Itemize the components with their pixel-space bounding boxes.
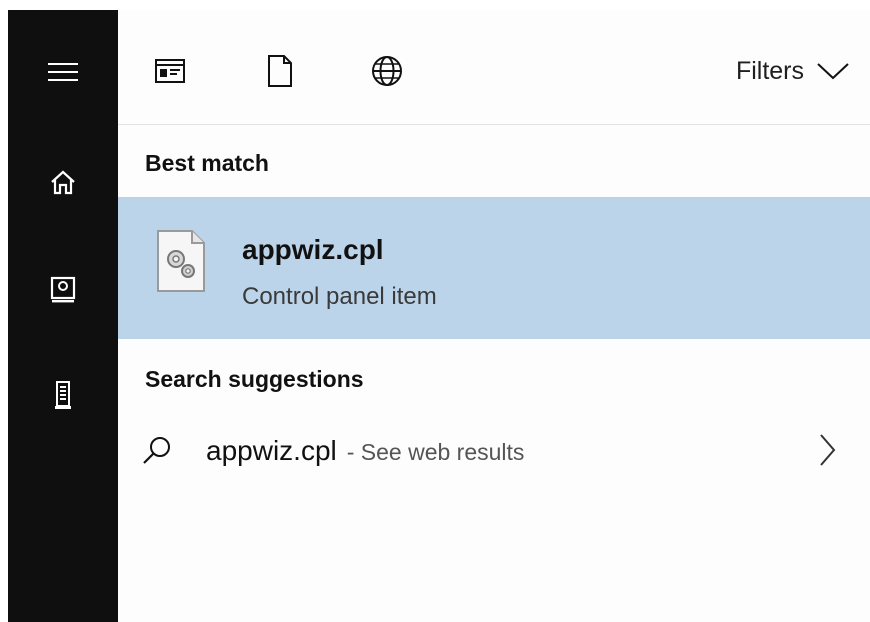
filters-label: Filters [735, 56, 804, 85]
chevron-right-icon [820, 434, 836, 466]
best-match-heading: Best match [145, 150, 269, 176]
web-suggestion-text: appwiz.cpl - See web results [206, 435, 524, 467]
filter-toolbar: Filters [118, 10, 870, 125]
sidebar [8, 10, 118, 622]
apps-icon [155, 59, 185, 83]
device-tower-icon [55, 381, 71, 409]
settings-file-icon [157, 230, 205, 292]
best-match-name: appwiz.cpl [242, 234, 384, 265]
device-button[interactable] [8, 365, 118, 425]
suggestion-hint: - See web results [346, 439, 525, 465]
hamburger-menu-icon [48, 63, 78, 81]
home-button[interactable] [8, 152, 118, 212]
notebook-button[interactable] [8, 260, 118, 320]
search-results-panel: Filters Best match appwiz.cpl Control pa… [118, 10, 870, 622]
filters-dropdown[interactable]: Filters [736, 54, 850, 88]
best-match-type: Control panel item [242, 283, 437, 310]
search-icon [143, 437, 170, 464]
web-suggestion-item[interactable]: appwiz.cpl - See web results [118, 415, 870, 485]
tab-documents[interactable] [259, 50, 301, 92]
tab-web[interactable] [366, 50, 408, 92]
chevron-down-icon [817, 63, 849, 80]
search-window: Filters Best match appwiz.cpl Control pa… [0, 0, 870, 622]
notebook-icon [50, 276, 76, 303]
search-suggestions-heading: Search suggestions [145, 366, 364, 392]
document-icon [268, 55, 292, 87]
home-icon [51, 170, 75, 195]
suggestion-term: appwiz.cpl [206, 435, 337, 466]
web-globe-icon [372, 56, 402, 86]
tab-apps[interactable] [149, 50, 191, 92]
menu-button[interactable] [8, 42, 118, 102]
best-match-result[interactable]: appwiz.cpl Control panel item [118, 197, 870, 339]
